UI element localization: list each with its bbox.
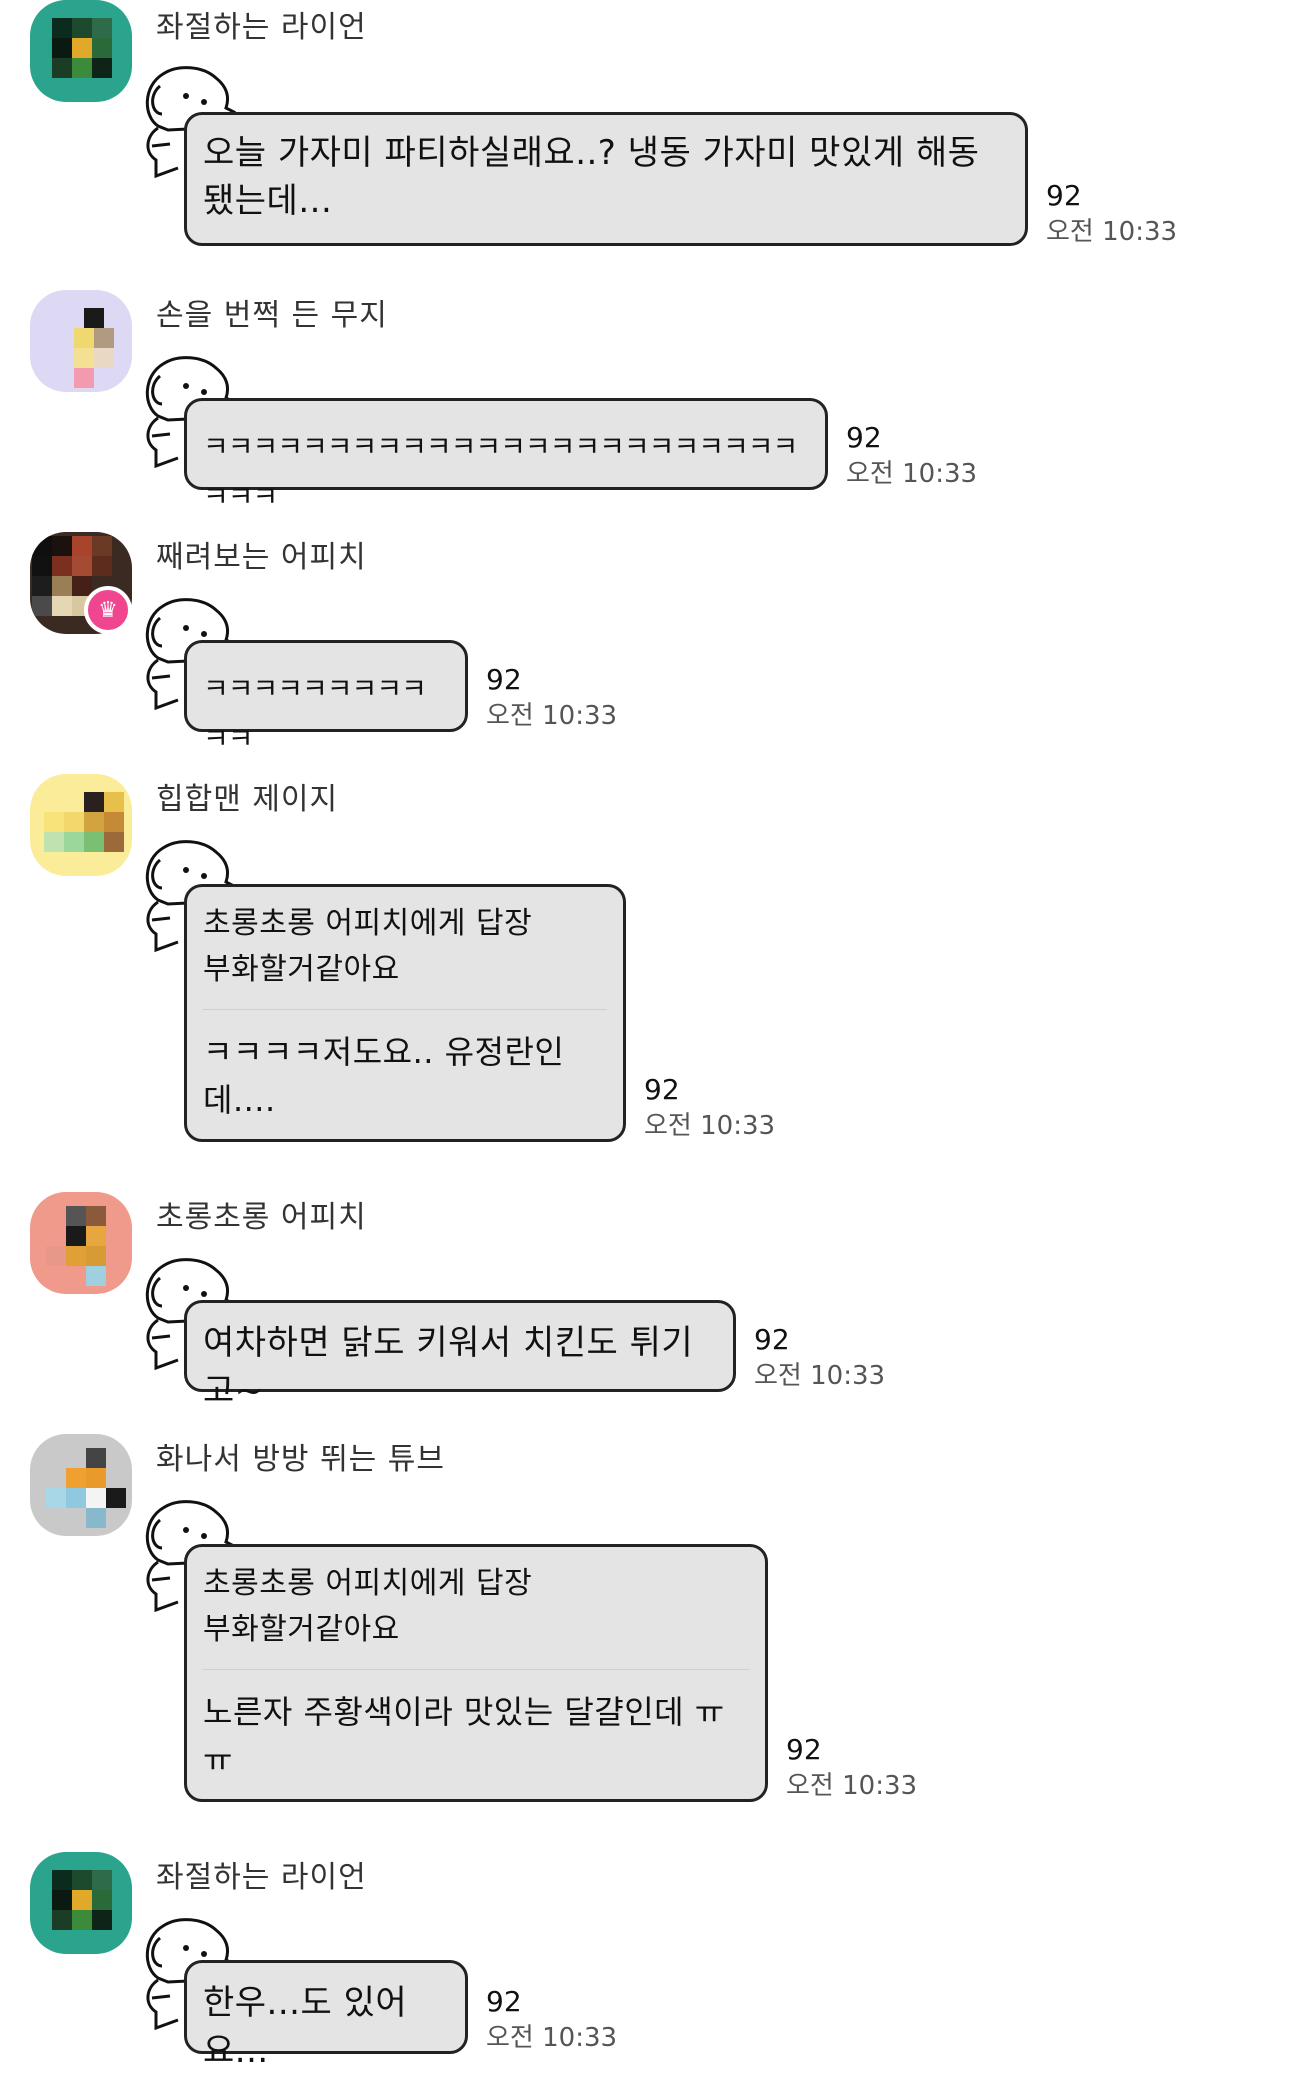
message-meta: 92 오전 10:33: [486, 662, 617, 734]
quoted-message[interactable]: 부화할거같아요: [203, 1607, 749, 1653]
reply-to-label: 초롱초롱 어피치에게 답장: [203, 906, 533, 941]
avatar[interactable]: [30, 1192, 132, 1294]
message-text: ㅋㅋㅋㅋ저도요.. 유정란인데....: [203, 1033, 565, 1119]
avatar[interactable]: [30, 1434, 132, 1536]
read-count: 92: [754, 1323, 790, 1356]
message-meta: 92 오전 10:33: [1046, 178, 1177, 250]
message-meta: 92 오전 10:33: [786, 1732, 917, 1804]
read-count: 92: [1046, 179, 1082, 212]
timestamp: 오전 10:33: [846, 459, 978, 489]
read-count: 92: [644, 1073, 680, 1106]
read-count: 92: [486, 663, 522, 696]
message-text: 오늘 가자미 파티하실래요..? 냉동 가자미 맛있게 해동됐는데...: [203, 133, 980, 221]
host-crown-badge: ♛: [84, 586, 132, 634]
message-text: ㅋㅋㅋㅋㅋㅋㅋㅋㅋㅋㅋ: [203, 672, 427, 755]
sender-name: 화나서 방방 뛰는 튜브: [156, 1442, 446, 1477]
message-meta: 92 오전 10:33: [846, 420, 977, 492]
avatar[interactable]: [30, 774, 132, 876]
sender-name: 손을 번쩍 든 무지: [156, 298, 388, 333]
message-bubble[interactable]: 오늘 가자미 파티하실래요..? 냉동 가자미 맛있게 해동됐는데...: [184, 112, 1028, 246]
message-bubble[interactable]: ㅋㅋㅋㅋㅋㅋㅋㅋㅋㅋㅋㅋㅋㅋㅋㅋㅋㅋㅋㅋㅋㅋㅋㅋㅋㅋㅋ: [184, 398, 828, 513]
reply-bubble[interactable]: 초롱초롱 어피치에게 답장 부화할거같아요 ㅋㅋㅋㅋ저도요.. 유정란인데...…: [184, 884, 626, 1142]
crown-icon: ♛: [98, 597, 118, 623]
message-text: 노른자 주황색이라 맛있는 달걀인데 ㅠㅠ: [203, 1693, 725, 1779]
sender-name: 째려보는 어피치: [156, 540, 367, 575]
sender-name: 좌절하는 라이언: [156, 1860, 367, 1895]
timestamp: 오전 10:33: [1046, 217, 1178, 247]
sender-name: 초롱초롱 어피치: [156, 1200, 367, 1235]
sender-name: 좌절하는 라이언: [156, 10, 367, 45]
timestamp: 오전 10:33: [754, 1361, 886, 1391]
message-bubble[interactable]: 여차하면 닭도 키워서 치킨도 튀기고~: [184, 1300, 736, 1411]
message-text: 한우...도 있어요...: [203, 1983, 408, 2071]
message-text: 여차하면 닭도 키워서 치킨도 튀기고~: [203, 1323, 694, 1411]
avatar[interactable]: [30, 0, 132, 102]
sender-name: 힙합맨 제이지: [156, 782, 339, 817]
message-meta: 92 오전 10:33: [754, 1322, 885, 1394]
read-count: 92: [846, 421, 882, 454]
timestamp: 오전 10:33: [644, 1111, 776, 1141]
avatar[interactable]: [30, 290, 132, 392]
read-count: 92: [786, 1733, 822, 1766]
message-text: ㅋㅋㅋㅋㅋㅋㅋㅋㅋㅋㅋㅋㅋㅋㅋㅋㅋㅋㅋㅋㅋㅋㅋㅋㅋㅋㅋ: [203, 430, 798, 513]
read-count: 92: [486, 1985, 522, 2018]
reply-to-label: 초롱초롱 어피치에게 답장: [203, 1566, 533, 1601]
timestamp: 오전 10:33: [486, 701, 618, 731]
reply-divider: [203, 1009, 607, 1010]
message-meta: 92 오전 10:33: [486, 1984, 617, 2056]
reply-divider: [203, 1669, 749, 1670]
avatar[interactable]: [30, 1852, 132, 1954]
message-meta: 92 오전 10:33: [644, 1072, 775, 1144]
timestamp: 오전 10:33: [486, 2023, 618, 2053]
message-bubble[interactable]: ㅋㅋㅋㅋㅋㅋㅋㅋㅋㅋㅋ: [184, 640, 468, 755]
timestamp: 오전 10:33: [786, 1771, 918, 1801]
reply-bubble[interactable]: 초롱초롱 어피치에게 답장 부화할거같아요 노른자 주황색이라 맛있는 달걀인데…: [184, 1544, 768, 1802]
quoted-message[interactable]: 부화할거같아요: [203, 947, 607, 993]
message-bubble[interactable]: 한우...도 있어요...: [184, 1960, 468, 2071]
